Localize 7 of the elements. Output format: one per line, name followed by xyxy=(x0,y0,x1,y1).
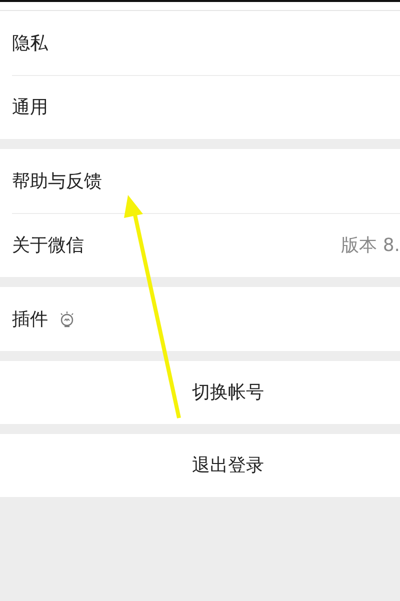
settings-item[interactable]: 通用 xyxy=(12,94,48,120)
settings-item[interactable]: 插件 xyxy=(12,306,48,332)
settings-item[interactable]: 隐私 xyxy=(12,30,48,56)
settings-item[interactable]: 关于微信 xyxy=(12,232,84,258)
lightbulb-icon xyxy=(58,310,76,328)
settings-item[interactable]: 帮助与反馈 xyxy=(12,168,102,194)
version-text: 版本 8. xyxy=(341,234,400,258)
